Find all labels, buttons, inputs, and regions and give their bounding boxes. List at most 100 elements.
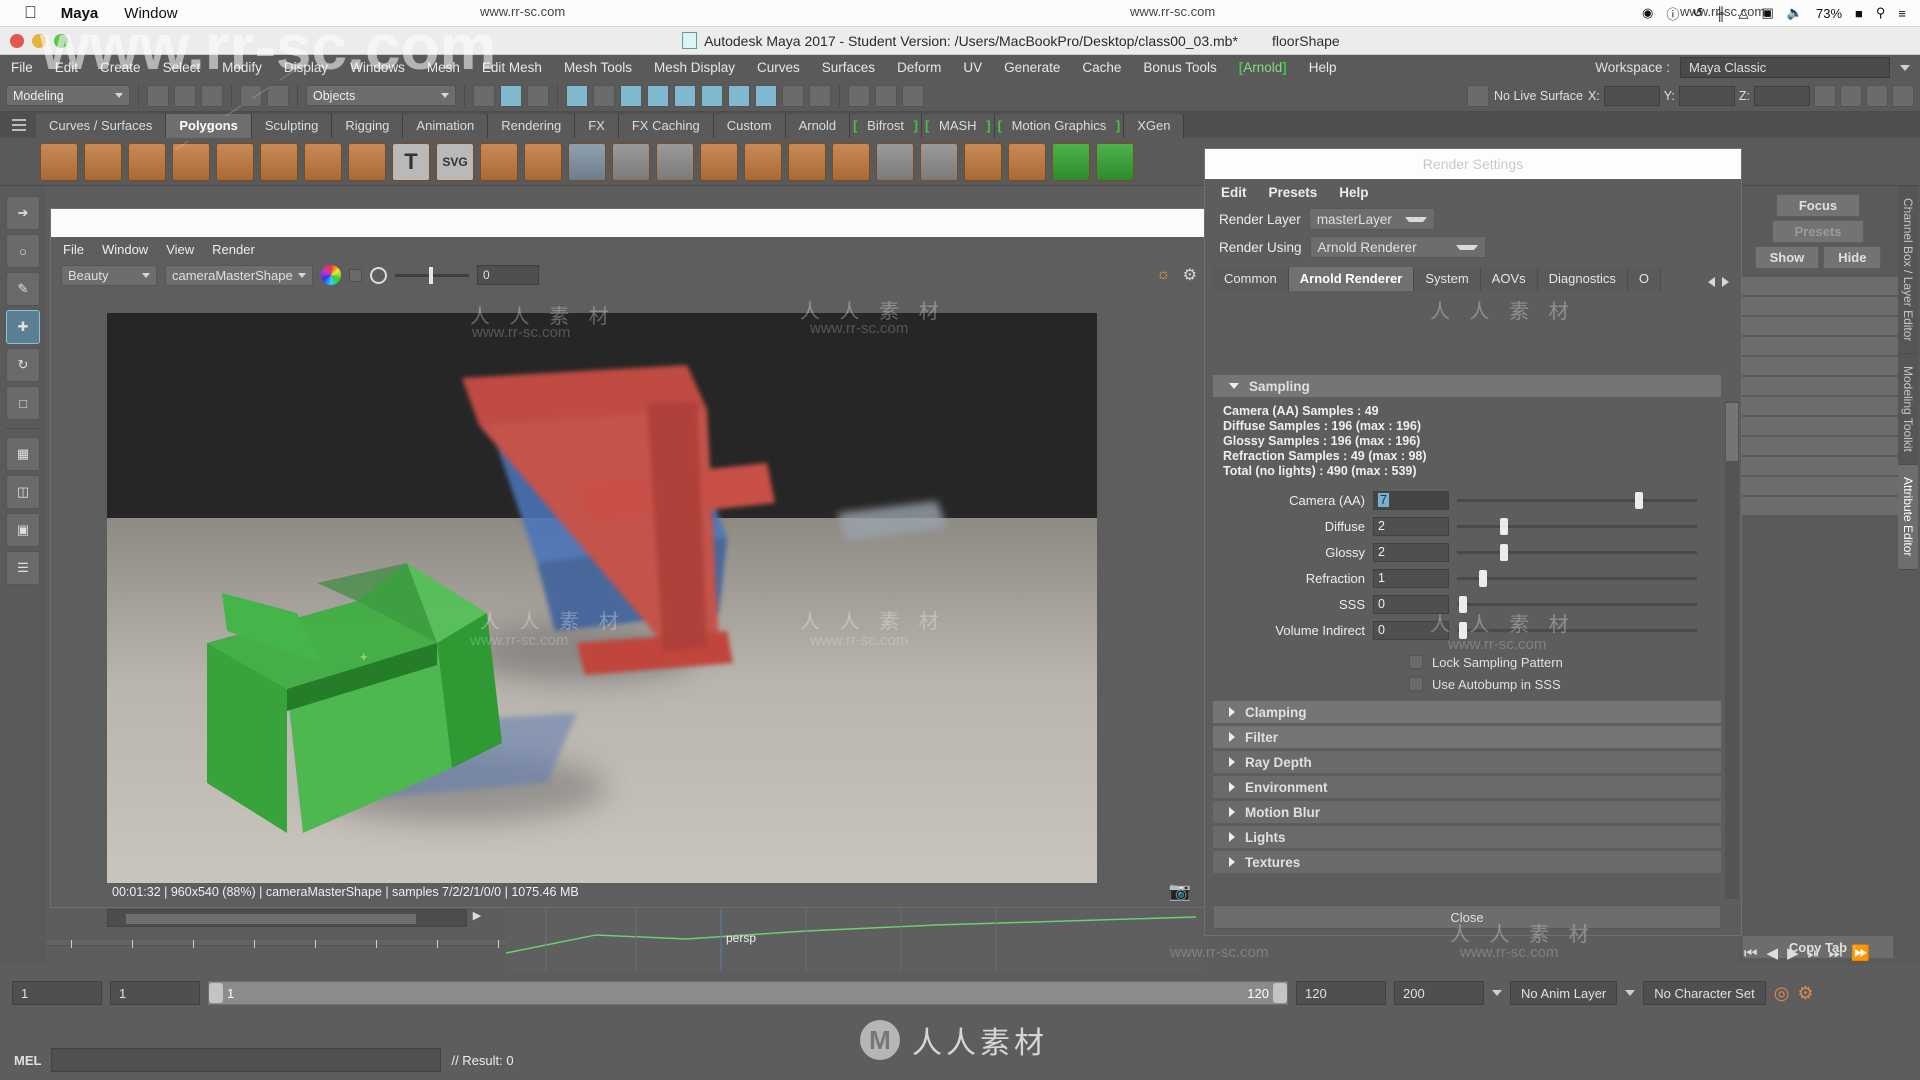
shelf-tab-curves-surfaces[interactable]: Curves / Surfaces [36,114,167,138]
attribute-row[interactable] [1738,317,1898,335]
poly-sphere-icon[interactable] [40,142,78,181]
range-slider[interactable]: 1 120 [208,981,1288,1005]
shelf-tab-bifrost[interactable]: Bifrost [850,114,922,138]
command-input[interactable] [51,1048,442,1072]
multi-cut-icon[interactable] [876,142,914,181]
menu-cache[interactable]: Cache [1071,55,1132,80]
select-by-component-button[interactable] [527,84,549,107]
render-settings-menu-edit[interactable]: Edit [1221,185,1247,200]
shelf-tab-fx[interactable]: FX [575,114,619,138]
snap-to-pivot-button[interactable] [755,84,777,107]
section-textures[interactable]: Textures [1213,851,1721,873]
menu-windows[interactable]: Windows [339,55,416,80]
chevron-down-icon[interactable] [1492,990,1502,996]
svg-type-icon[interactable]: SVG [436,142,474,181]
undo-button[interactable] [240,84,262,107]
character-set-selector[interactable]: No Character Set [1643,981,1766,1005]
auto-key-icon[interactable]: ◎ [1774,983,1790,1004]
slider-knob[interactable] [1459,621,1468,639]
attribute-row[interactable] [1738,277,1898,295]
menu-bonus-tools[interactable]: Bonus Tools [1132,55,1227,80]
vtab-channel-box-layer-editor[interactable]: Channel Box / Layer Editor [1898,186,1918,355]
shelf-tab-mash[interactable]: MASH [922,114,995,138]
go-to-start-icon[interactable]: ⏮ [1744,945,1758,962]
range-start-field[interactable]: 1 [110,981,200,1005]
bevel-icon[interactable] [744,142,782,181]
tab-overrides[interactable]: O [1627,267,1661,291]
menu-modify[interactable]: Modify [211,55,273,80]
render-layer-selector[interactable]: masterLayer [1308,208,1435,230]
slider-track[interactable] [1457,517,1697,535]
attribute-row[interactable] [1738,457,1898,475]
shelf-tab-fx-caching[interactable]: FX Caching [618,114,714,138]
workspace-value[interactable]: Maya Classic [1680,57,1890,78]
target-weld-icon[interactable] [920,142,958,181]
render-view-menu-window[interactable]: Window [102,242,148,257]
render-settings-menu-presets[interactable]: Presets [1269,185,1318,200]
menu-create[interactable]: Create [89,55,152,80]
render-settings-titlebar[interactable]: Render Settings [1205,149,1741,179]
go-to-end-icon[interactable]: ⏭ [1829,945,1843,962]
render-settings-scrollbar[interactable] [1725,401,1739,899]
scroll-right-icon[interactable]: ▶ [468,909,486,927]
render-grid-icon[interactable] [848,84,870,107]
battery-icon[interactable]: ■ [1855,6,1863,21]
tab-scroll-arrows[interactable] [1704,277,1733,291]
menu-surfaces[interactable]: Surfaces [811,55,886,80]
render-view-titlebar[interactable] [51,209,1207,237]
move-tool-button[interactable]: ✚ [6,310,40,344]
shelf-tab-arnold[interactable]: Arnold [785,114,851,138]
menu-edit-mesh[interactable]: Edit Mesh [471,55,553,80]
snap-to-uv-button[interactable] [701,84,723,107]
lasso-tool-button[interactable]: ○ [6,234,40,268]
menu-curves[interactable]: Curves [746,55,811,80]
render-sequence-button[interactable] [902,84,924,107]
slider-track[interactable] [1457,595,1697,613]
volume-icon[interactable]: 🔈 [1787,5,1803,21]
presets-button[interactable]: Presets [1771,220,1865,243]
attribute-row[interactable] [1738,497,1898,515]
slider-value-field[interactable]: 1 [1373,568,1449,588]
current-time-field[interactable]: 1 [12,981,102,1005]
window-controls[interactable] [10,33,68,48]
menu-mesh-tools[interactable]: Mesh Tools [553,55,643,80]
graph-editor-strip[interactable]: persp [506,909,1201,971]
close-button[interactable]: Close [1213,905,1721,929]
rotate-tool-button[interactable]: ↻ [6,348,40,382]
menu-display[interactable]: Display [273,55,339,80]
open-scene-button[interactable] [174,84,196,107]
poly-cone-icon[interactable] [172,142,210,181]
menu-arnold[interactable]: [Arnold] [1228,55,1298,80]
macos-menu-window[interactable]: Window [124,5,177,22]
render-view-menu-view[interactable]: View [166,242,194,257]
next-key-icon[interactable]: ⏩ [1851,944,1870,962]
snap-to-point-button[interactable] [620,84,642,107]
slider-knob[interactable] [1634,491,1643,509]
axis-y-field[interactable] [1678,85,1735,106]
poly-disc-icon[interactable] [304,142,342,181]
aperture-icon[interactable] [370,266,387,284]
poly-plane-icon[interactable] [260,142,298,181]
attribute-row[interactable] [1738,377,1898,395]
layout-two-pane-button[interactable]: ◫ [6,475,40,509]
chevron-left-icon[interactable] [1708,277,1715,287]
append-icon[interactable] [832,142,870,181]
slider-track[interactable] [1457,569,1697,587]
section-environment[interactable]: Environment [1213,776,1721,798]
alpha-channel-toggle[interactable] [349,268,362,282]
tab-system[interactable]: System [1414,267,1481,291]
offset-edge-loop-icon[interactable] [1008,142,1046,181]
command-language-label[interactable]: MEL [14,1053,41,1068]
tab-aovs[interactable]: AOVs [1480,267,1538,291]
slider-value-field[interactable]: 0 [1373,594,1449,614]
menu-help[interactable]: Help [1298,55,1348,80]
info-icon[interactable]: ⓘ [1666,4,1679,23]
poly-cylinder-icon[interactable] [128,142,166,181]
show-channel-box-button[interactable] [1814,84,1836,107]
attribute-row[interactable] [1738,477,1898,495]
attribute-row[interactable] [1738,357,1898,375]
dropbox-icon[interactable]: ◉ [1642,5,1653,21]
make-live-button[interactable] [728,84,750,107]
attribute-row[interactable] [1738,417,1898,435]
ipr-icon[interactable]: ☼ [1156,266,1171,284]
